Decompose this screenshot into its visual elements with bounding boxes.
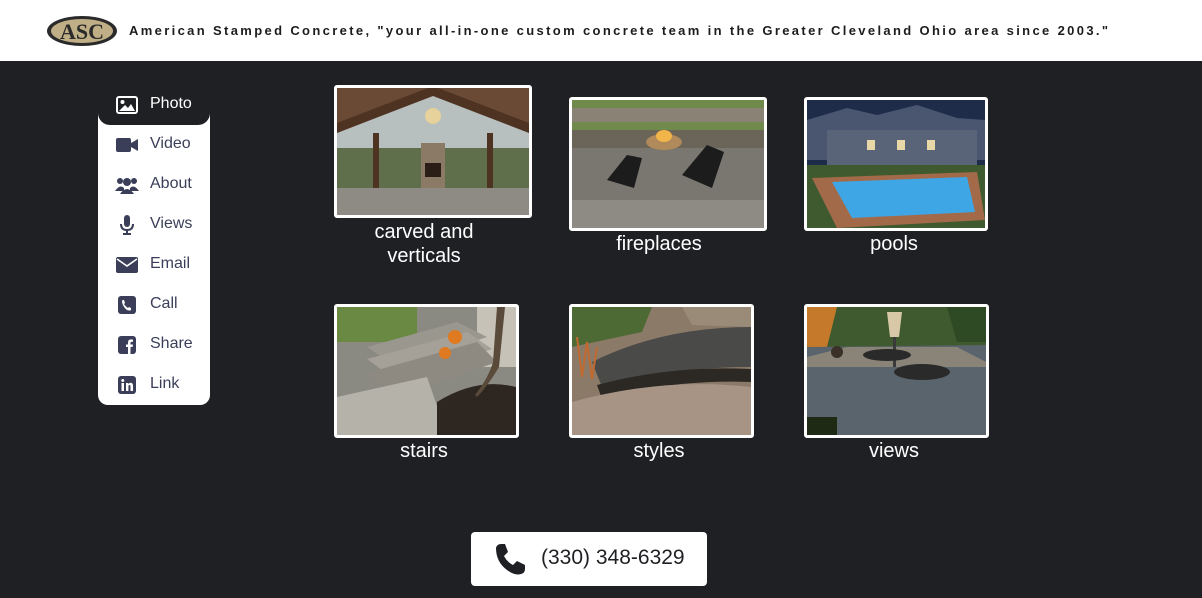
fireplaces-photo[interactable] (569, 97, 767, 231)
video-camera-icon (115, 135, 139, 155)
carved-verticals-photo[interactable] (334, 85, 532, 218)
site-header: ASC American Stamped Concrete, "your all… (0, 0, 1202, 61)
sidebar-item-views[interactable]: Views (98, 205, 210, 245)
styles-photo[interactable] (569, 304, 754, 438)
envelope-icon (115, 255, 139, 275)
call-phone-button[interactable]: (330) 348-6329 (471, 532, 707, 586)
tile-caption-line: pools (870, 233, 918, 255)
sidebar-item-label: Photo (150, 95, 192, 112)
tile-caption: views (804, 439, 984, 463)
sidebar-item-label: About (150, 175, 192, 192)
site-tagline: American Stamped Concrete, "your all-in-… (129, 23, 1111, 38)
phone-number: (330) 348-6329 (541, 546, 685, 569)
sidebar-item-video[interactable]: Video (98, 125, 210, 165)
phone-square-icon (115, 295, 139, 315)
sidebar-item-about[interactable]: About (98, 165, 210, 205)
sidebar-item-label: Link (150, 375, 180, 392)
sidebar-item-label: Views (150, 215, 193, 232)
tile-caption-line: stairs (400, 440, 448, 462)
linkedin-icon (115, 375, 139, 395)
sidebar-item-email[interactable]: Email (98, 245, 210, 285)
tile-caption: fireplaces (569, 232, 749, 256)
sidebar-item-call[interactable]: Call (98, 285, 210, 325)
microphone-icon (115, 215, 139, 235)
image-icon (115, 95, 139, 115)
tile-caption-line: carved and (374, 221, 474, 243)
pools-photo[interactable] (804, 97, 988, 231)
tile-caption: stairs (334, 439, 514, 463)
sidebar-item-photo[interactable]: Photo (98, 85, 210, 125)
facebook-icon (115, 335, 139, 355)
svg-text:ASC: ASC (60, 19, 104, 44)
sidebar-item-share[interactable]: Share (98, 325, 210, 365)
users-icon (115, 175, 139, 195)
views-photo[interactable] (804, 304, 989, 438)
sidebar-item-label: Share (150, 335, 193, 352)
tile-caption-line: fireplaces (616, 233, 702, 255)
tile-caption: styles (569, 439, 749, 463)
phone-icon (493, 542, 527, 581)
sidebar-item-label: Email (150, 255, 191, 272)
tile-caption: carved and verticals (334, 220, 514, 268)
sidebar-nav: Photo Video About Views Email Call Share… (98, 85, 210, 405)
tile-caption-line: views (868, 440, 919, 462)
asc-logo[interactable]: ASC (46, 15, 118, 47)
sidebar-item-label: Video (150, 135, 191, 152)
tile-caption-line: verticals (387, 245, 461, 267)
tile-caption-line: styles (633, 440, 685, 462)
tile-caption: pools (804, 232, 984, 256)
sidebar-item-link[interactable]: Link (98, 365, 210, 405)
stairs-photo[interactable] (334, 304, 519, 438)
sidebar-item-label: Call (150, 295, 178, 312)
